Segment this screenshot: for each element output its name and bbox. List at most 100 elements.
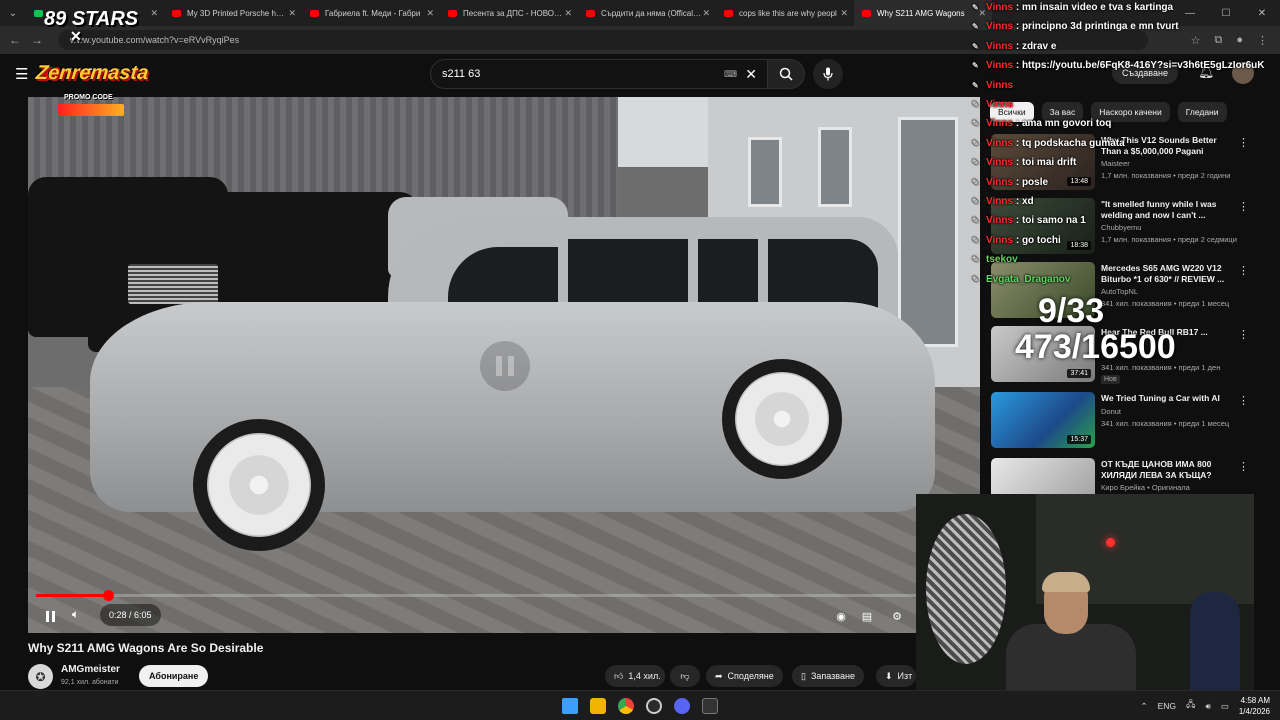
close-window-icon[interactable]: ✕: [1244, 8, 1280, 19]
recommendation-thumbnail[interactable]: [991, 458, 1095, 494]
search-button[interactable]: [767, 59, 805, 89]
video-rim: [207, 433, 311, 537]
video-window: [818, 127, 852, 207]
tab-close-icon[interactable]: ✕: [564, 8, 572, 19]
counter-top: 9/33: [1038, 292, 1105, 330]
chat-badge-icon: ✎: [972, 138, 979, 148]
clock[interactable]: 4:58 AM 1/4/2026: [1239, 695, 1270, 717]
recommendation-thumbnail[interactable]: 15:37: [991, 392, 1095, 448]
chat-username: Vinns: [986, 60, 1014, 72]
recommendation-channel[interactable]: Chubbyemu: [1101, 223, 1141, 232]
channel-name[interactable]: AMGmeister: [61, 664, 120, 675]
terminal-icon[interactable]: [702, 698, 718, 714]
channel-avatar[interactable]: ✪: [28, 664, 53, 689]
network-icon[interactable]: 🖧︎: [1186, 699, 1195, 713]
chat-username: Vinns: [986, 99, 1014, 110]
hamburger-menu-icon[interactable]: ☰: [15, 65, 28, 83]
recommendation-title[interactable]: Mercedes S65 AMG W220 V12 Biturbo *1 of …: [1101, 263, 1231, 285]
chat-message: ✎ Vinns : toi mai drift: [972, 157, 1076, 168]
promo-code-label: PROMO CODE: [64, 94, 113, 101]
forward-icon[interactable]: →: [26, 33, 48, 47]
webcam-person-torso: [1006, 624, 1136, 690]
dislike-button[interactable]: 👎︎: [670, 665, 700, 687]
counter-bottom: 473/16500: [1015, 328, 1176, 366]
browser-tab[interactable]: Сърдити да няма (Offical Al ✕: [578, 0, 716, 26]
more-options-icon[interactable]: ⋮: [1238, 394, 1249, 407]
chat-username: Vinns: [986, 196, 1014, 207]
volume-tray-icon[interactable]: 🔊︎: [1205, 701, 1210, 712]
volume-icon[interactable]: 🔈︎: [72, 607, 79, 622]
chat-badge-icon: ✎: [972, 119, 979, 129]
profile-icon[interactable]: ●: [1236, 34, 1243, 47]
voice-search-button[interactable]: [813, 59, 843, 89]
windows-start-icon[interactable]: [562, 698, 578, 714]
tab-search-icon[interactable]: ⌄: [0, 0, 26, 26]
recommendation-title[interactable]: We Tried Tuning a Car with AI: [1101, 393, 1231, 404]
recommendation-channel[interactable]: Киро Брейка • Оригинала: [1101, 483, 1190, 492]
back-icon[interactable]: ←: [4, 33, 26, 47]
chip-watched[interactable]: Гледани: [1177, 102, 1227, 122]
file-explorer-icon[interactable]: [590, 698, 606, 714]
settings-gear-icon[interactable]: ⚙: [886, 606, 908, 626]
progress-bar[interactable]: [36, 590, 972, 601]
more-options-icon[interactable]: ⋮: [1238, 264, 1249, 277]
autoplay-toggle-icon[interactable]: ◉: [830, 606, 852, 626]
recommendation-channel[interactable]: Maisteer: [1101, 159, 1130, 168]
download-button[interactable]: ⬇ Изт: [876, 665, 916, 687]
recommendation-item[interactable]: 15:37 We Tried Tuning a Car with AI Donu…: [991, 392, 1251, 448]
clear-search-icon[interactable]: ✕: [745, 66, 757, 83]
recommendation-channel[interactable]: Donut: [1101, 407, 1121, 416]
more-options-icon[interactable]: ⋮: [1238, 460, 1249, 473]
like-count: 1,4 хил.: [628, 671, 661, 681]
promo-logo: Zenremasta: [34, 62, 150, 84]
browser-tab[interactable]: Песента за ДПС - НОВО НА ✕: [440, 0, 578, 26]
thumbs-up-icon: 👍︎: [614, 670, 624, 681]
recommendation-title[interactable]: "It smelled funny while I was welding an…: [1101, 199, 1231, 221]
tab-close-icon[interactable]: ✕: [288, 8, 296, 19]
recommendation-title[interactable]: ОТ КЪДЕ ЦАНОВ ИМА 800 ХИЛЯДИ ЛЕВА ЗА КЪЩ…: [1101, 459, 1231, 481]
recommendation-item[interactable]: ОТ КЪДЕ ЦАНОВ ИМА 800 ХИЛЯДИ ЛЕВА ЗА КЪЩ…: [991, 458, 1251, 494]
tab-close-icon[interactable]: ✕: [702, 8, 710, 19]
progress-scrubber[interactable]: [103, 590, 115, 601]
subscribe-button[interactable]: Абониране: [139, 665, 209, 687]
address-bar-icons: ☆ ⧉ ● ⋮: [1191, 34, 1268, 47]
battery-icon[interactable]: ▭: [1221, 701, 1229, 712]
video-player[interactable]: 🔈︎ 0:28 / 6:05 ◉ ▤ ⚙: [28, 97, 980, 633]
keyboard-icon[interactable]: ⌨: [724, 69, 737, 80]
save-button[interactable]: ▯ Запазване: [792, 665, 864, 687]
search-input[interactable]: s211 63 ⌨ ✕: [430, 59, 770, 89]
obs-icon[interactable]: [646, 698, 662, 714]
tray-chevron-icon[interactable]: ⌃: [1140, 701, 1147, 712]
recommendation-item[interactable]: Mercedes S65 AMG W220 V12 Biturbo *1 of …: [991, 262, 1251, 318]
pause-button[interactable]: [40, 606, 60, 626]
tab-close-icon[interactable]: ✕: [426, 8, 434, 19]
browser-tab[interactable]: My 3D Printed Porsche has R ✕: [164, 0, 302, 26]
discord-icon[interactable]: [674, 698, 690, 714]
browser-tab[interactable]: cops like this are why peopl ✕: [716, 0, 854, 26]
more-options-icon[interactable]: ⋮: [1238, 328, 1249, 341]
tab-close-icon[interactable]: ✕: [840, 8, 848, 19]
browser-tab[interactable]: Габриела ft. Меди - Габри ✕: [302, 0, 440, 26]
subtitles-icon[interactable]: ▤: [856, 606, 878, 626]
extensions-icon[interactable]: ⧉: [1214, 34, 1222, 47]
chat-badge-icon: ✎: [972, 197, 979, 206]
search-icon: [779, 67, 793, 81]
clock-date: 1/4/2026: [1238, 707, 1270, 716]
language-indicator[interactable]: ENG: [1158, 701, 1176, 711]
minimize-icon[interactable]: —: [1172, 8, 1208, 19]
share-button[interactable]: ➦ Споделяне: [706, 665, 783, 687]
star-icon[interactable]: ☆: [1191, 34, 1201, 47]
tab-title: cops like this are why peopl: [739, 8, 837, 18]
chat-badge-icon: ✎: [972, 100, 979, 109]
more-options-icon[interactable]: ⋮: [1238, 136, 1249, 149]
chrome-icon[interactable]: [618, 698, 634, 714]
more-options-icon[interactable]: ⋮: [1238, 200, 1249, 213]
chat-separator: :: [1013, 60, 1022, 72]
chat-badge-icon: ✎: [972, 3, 979, 12]
kebab-menu-icon[interactable]: ⋮: [1257, 34, 1268, 47]
tab-close-icon[interactable]: ✕: [150, 8, 158, 19]
maximize-icon[interactable]: ☐: [1208, 8, 1244, 19]
like-button[interactable]: 👍︎ 1,4 хил.: [605, 665, 665, 687]
recommendation-channel[interactable]: AutoTopNL: [1101, 287, 1138, 296]
center-pause-icon[interactable]: [480, 341, 530, 391]
